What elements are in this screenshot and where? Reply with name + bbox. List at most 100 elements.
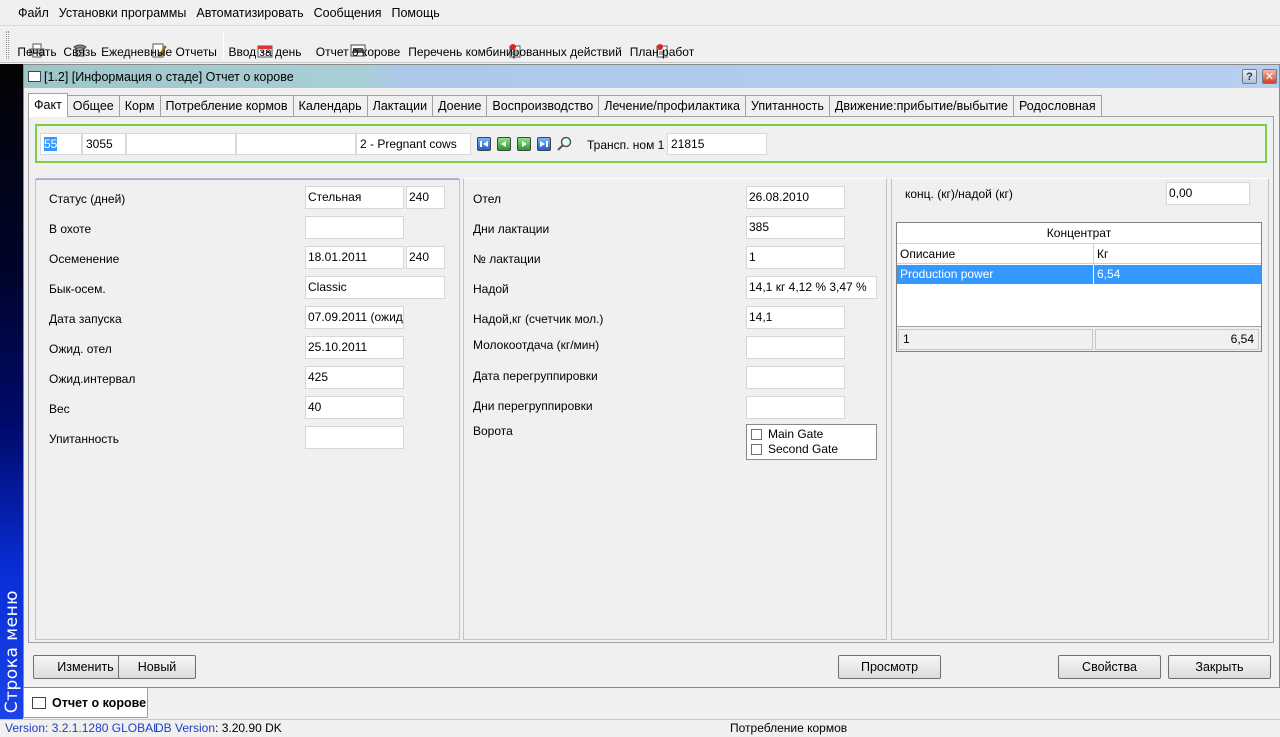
status-label: Статус (дней) (49, 192, 126, 206)
group-field[interactable]: 2 - Pregnant cows (356, 133, 471, 155)
concentrate-panel: конц. (кг)/надой (кг) 0,00 Концентрат Оп… (891, 178, 1269, 640)
weight-field[interactable]: 40 (305, 396, 404, 419)
gate-option[interactable]: Second Gate (751, 442, 838, 456)
expected-calving-field[interactable]: 25.10.2011 (305, 336, 404, 359)
condition-label: Упитанность (49, 432, 119, 446)
toolbar-separator (223, 31, 224, 59)
status-days-field[interactable]: 240 (406, 186, 445, 209)
dry-off-label: Дата запуска (49, 312, 122, 326)
previous-icon (501, 141, 506, 147)
tab-fact[interactable]: Факт (28, 93, 68, 117)
combined-actions-button[interactable]: Перечень комбинированных действий (408, 27, 622, 63)
expected-calving-label: Ожид. отел (49, 342, 112, 356)
tab-milking[interactable]: Доение (432, 95, 488, 117)
nav-field-3[interactable] (126, 133, 236, 155)
last-record-button[interactable] (537, 137, 551, 151)
nav-field-4[interactable] (236, 133, 356, 155)
last-icon (540, 141, 548, 147)
previous-record-button[interactable] (497, 137, 511, 151)
bull-field[interactable]: Classic (305, 276, 445, 299)
column-description[interactable]: Описание (897, 244, 1094, 264)
daily-entry-button[interactable]: Ввод за день (228, 27, 301, 63)
footer-total: 6,54 (1095, 329, 1259, 350)
life-number-field[interactable]: 3055 (82, 133, 126, 155)
tab-lactations[interactable]: Лактации (366, 95, 434, 117)
column-kg[interactable]: Кг (1094, 244, 1261, 264)
help-button[interactable]: ? (1242, 69, 1257, 84)
insemination-date-field[interactable]: 18.01.2011 (305, 246, 404, 269)
gates-list: Main Gate Second Gate (746, 424, 877, 460)
print-label: Печать (17, 45, 57, 59)
status-bar: Version: 3.2.1.1280 GLOBAL DB Version: 3… (0, 719, 1280, 737)
menu-settings[interactable]: Установки программы (54, 0, 192, 26)
lactation-number-label: № лактации (473, 252, 541, 266)
insemination-days-field[interactable]: 240 (406, 246, 445, 269)
cow-report-button[interactable]: Отчет о корове (315, 27, 401, 63)
daily-reports-label: Ежедневные Отчеты (101, 45, 217, 59)
condition-field[interactable] (305, 426, 404, 449)
regroup-date-field[interactable] (746, 366, 845, 389)
cow-number-input[interactable]: 55 (40, 133, 82, 155)
tab-treatment[interactable]: Лечение/профилактика (598, 95, 746, 117)
gate-label: Main Gate (768, 427, 824, 441)
dry-off-field[interactable]: 07.09.2011 (ожид) (305, 306, 404, 329)
tab-feed[interactable]: Корм (118, 95, 161, 117)
heat-field[interactable] (305, 216, 404, 239)
menu-automate[interactable]: Автоматизировать (191, 0, 308, 26)
tab-pedigree[interactable]: Родословная (1013, 95, 1102, 117)
concentrate-ratio-field[interactable]: 0,00 (1166, 182, 1250, 205)
first-record-button[interactable] (477, 137, 491, 151)
tab-movement[interactable]: Движение:прибытие/выбытие (828, 95, 1015, 117)
window-close-button[interactable]: ✕ (1262, 69, 1277, 84)
table-row[interactable]: Production power 6,54 (897, 265, 1261, 284)
link-button[interactable]: Связь (62, 27, 98, 63)
report-icon (32, 696, 46, 709)
milk-flow-field[interactable] (746, 336, 845, 359)
gate-checkbox[interactable] (751, 428, 762, 440)
regroup-days-field[interactable] (746, 396, 845, 419)
transponder-field[interactable]: 21815 (667, 133, 767, 155)
tab-general[interactable]: Общее (66, 95, 120, 117)
yield-meter-field[interactable]: 14,1 (746, 306, 845, 329)
regroup-date-label: Дата перегруппировки (473, 369, 598, 383)
toolbar-grip[interactable] (6, 31, 9, 59)
calving-label: Отел (473, 192, 501, 206)
panel-divider (36, 178, 459, 179)
search-icon[interactable] (557, 136, 573, 152)
menu-help[interactable]: Помощь (386, 0, 444, 26)
gate-checkbox[interactable] (751, 443, 762, 455)
row-kg: 6,54 (1097, 267, 1121, 281)
next-record-button[interactable] (517, 137, 531, 151)
work-plan-button[interactable]: План работ (628, 27, 696, 63)
lactation-days-field[interactable]: 385 (746, 216, 845, 239)
status-field[interactable]: Стельная (305, 186, 404, 209)
print-button[interactable]: Печать (16, 27, 58, 63)
tab-page-fact: 55 3055 2 - Pregnant cows Трансп. ном 1 … (28, 116, 1274, 643)
new-button[interactable]: Новый (118, 655, 196, 679)
toolbar: Печать Связь Ежедневные Отчеты Ввод за д… (0, 27, 1280, 63)
gate-option[interactable]: Main Gate (751, 427, 823, 441)
close-button[interactable]: Закрыть (1168, 655, 1271, 679)
menu-file[interactable]: Файл (13, 0, 54, 26)
tab-reproduction[interactable]: Воспроизводство (486, 95, 600, 117)
yield-field[interactable]: 14,1 кг 4,12 % 3,47 % (746, 276, 877, 299)
expected-interval-field[interactable]: 425 (305, 366, 404, 389)
window-titlebar[interactable]: [1.2] [Информация о стаде] Отчет о коров… (24, 65, 1279, 88)
side-menu-strip[interactable]: Строка меню (0, 64, 23, 719)
view-button[interactable]: Просмотр (838, 655, 941, 679)
properties-button[interactable]: Свойства (1058, 655, 1161, 679)
task-tab-cow-report[interactable]: Отчет о корове (23, 688, 148, 718)
status-panel: Статус (дней) Стельная 240 В охоте Осеме… (35, 178, 460, 640)
lactation-number-field[interactable]: 1 (746, 246, 845, 269)
calving-field[interactable]: 26.08.2010 (746, 186, 845, 209)
tab-calendar[interactable]: Календарь (292, 95, 368, 117)
tab-condition[interactable]: Упитанность (744, 95, 830, 117)
footer-count: 1 (898, 329, 1093, 350)
daily-reports-button[interactable]: Ежедневные Отчеты (101, 27, 217, 63)
lactation-panel: Отел 26.08.2010 Дни лактации 385 № лакта… (463, 178, 887, 640)
milk-flow-label: Молокоотдача (кг/мин) (473, 338, 600, 352)
tab-feed-consumption[interactable]: Потребление кормов (159, 95, 294, 117)
db-version-label: DB Version (155, 721, 216, 735)
weight-label: Вес (49, 402, 70, 416)
menu-messages[interactable]: Сообщения (309, 0, 387, 26)
